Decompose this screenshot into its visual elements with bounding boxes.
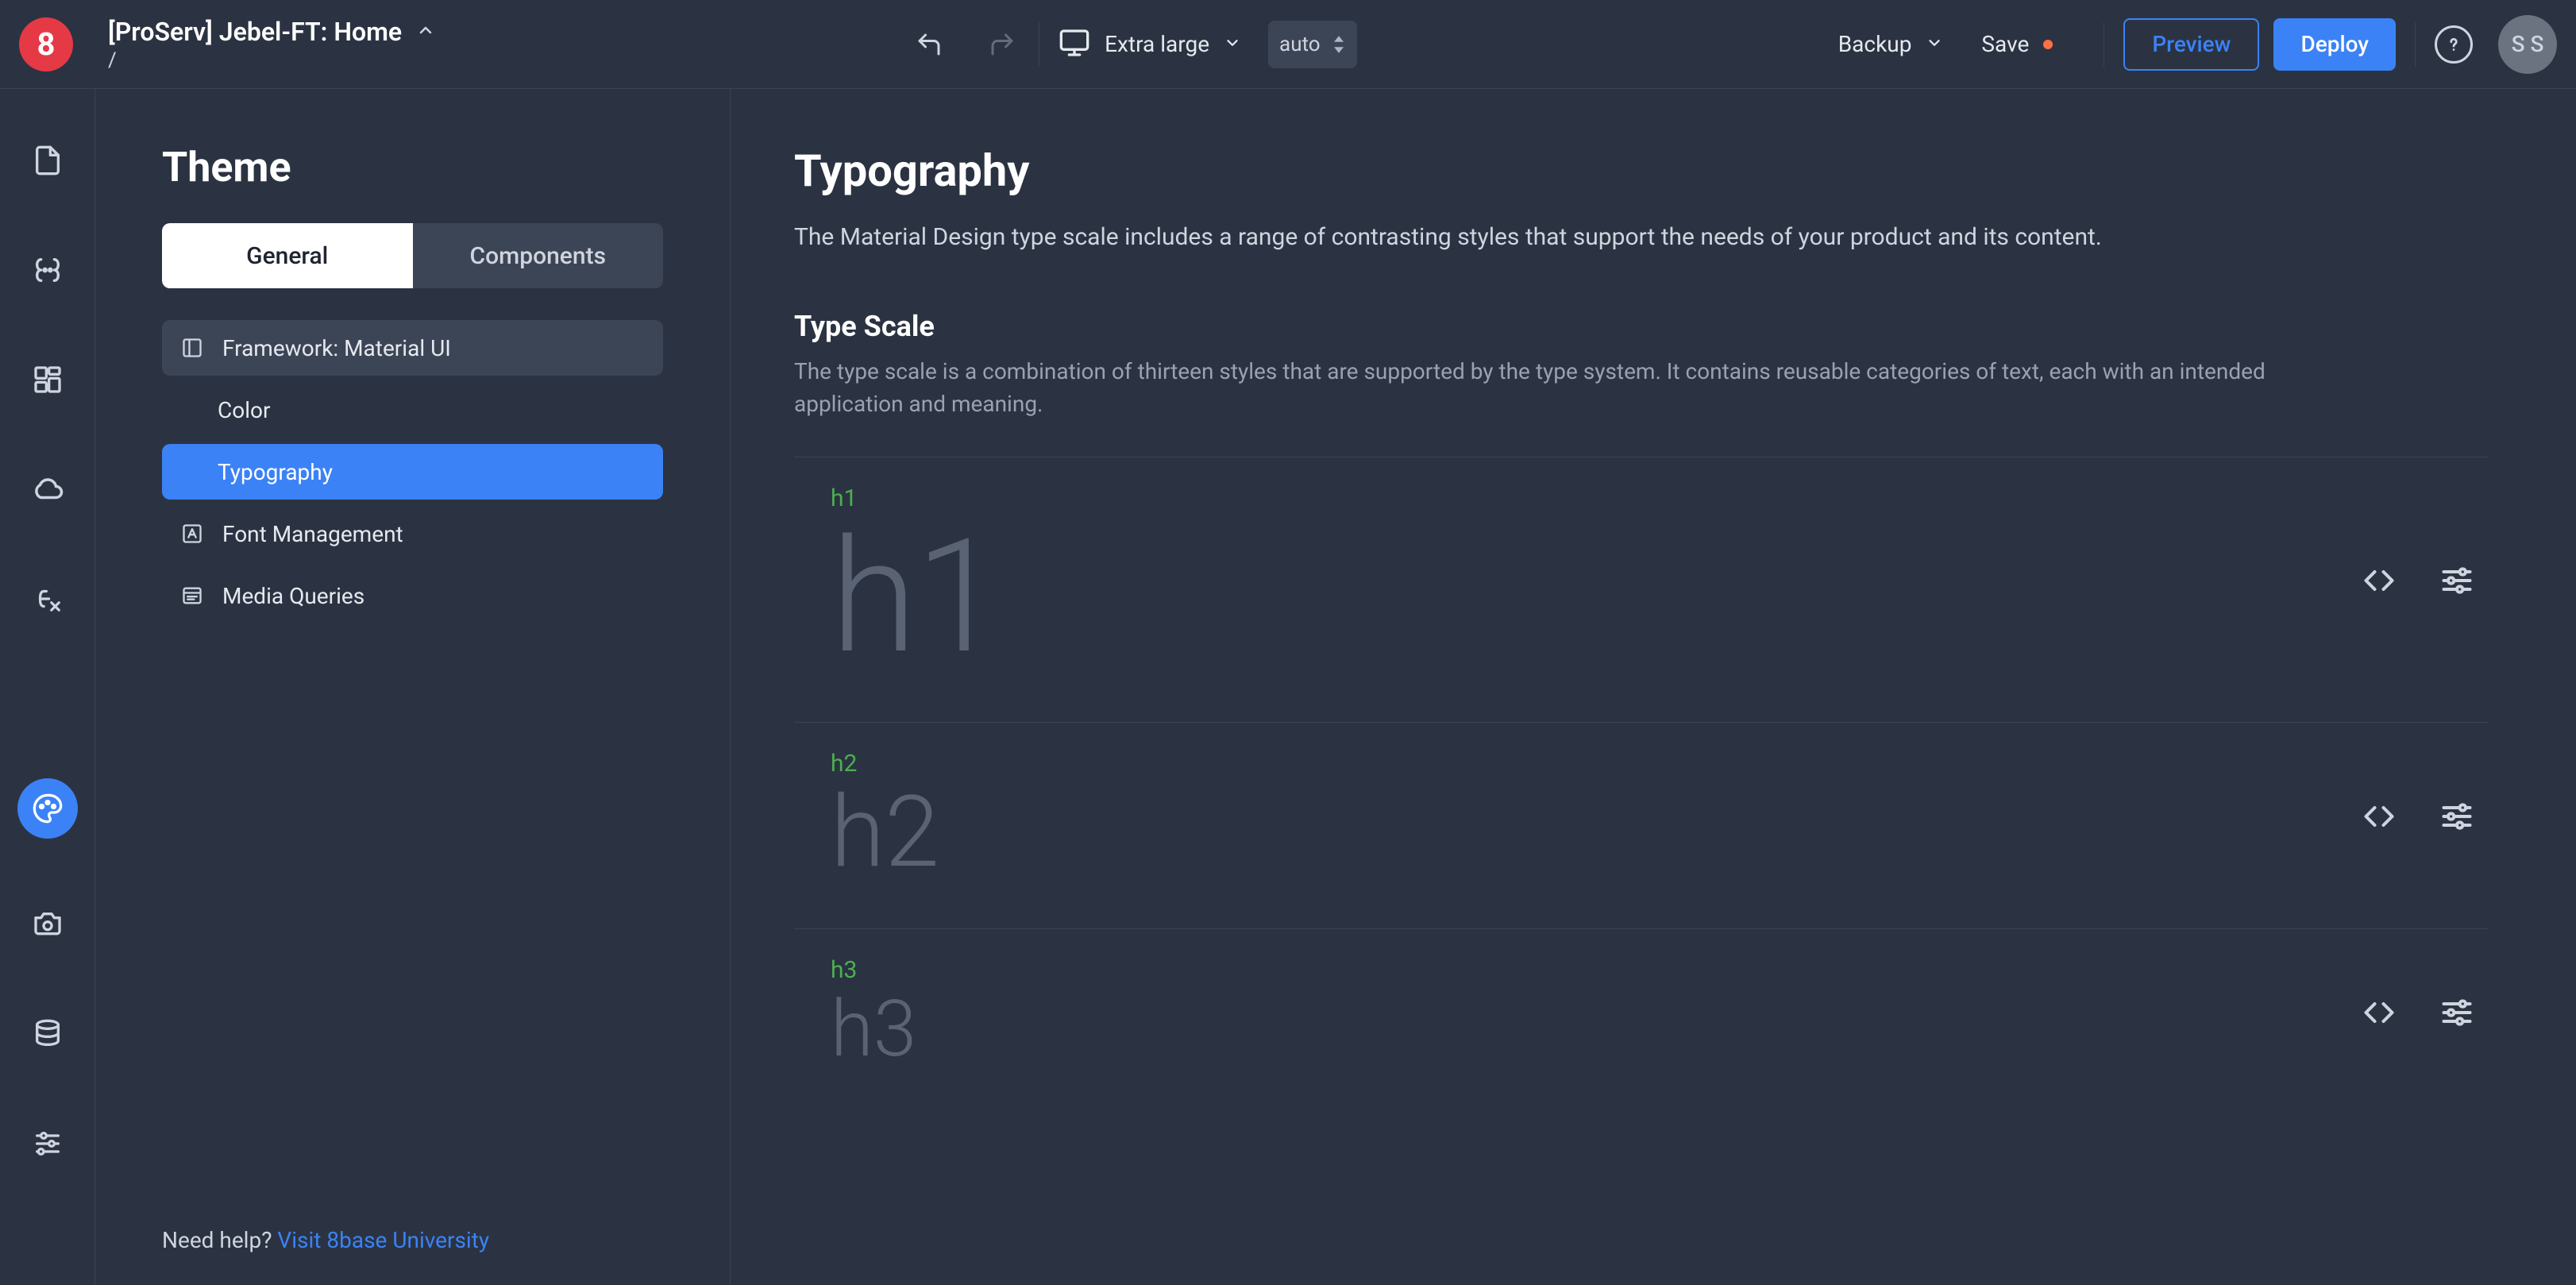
device-selector[interactable]: Extra large xyxy=(1059,27,1241,62)
layout-icon xyxy=(179,335,205,361)
rail-pages[interactable] xyxy=(24,137,71,184)
brand-logo[interactable]: 8 xyxy=(19,17,73,71)
redo-button xyxy=(985,27,1020,62)
tab-components[interactable]: Components xyxy=(413,223,664,288)
section-title: Type Scale xyxy=(794,310,2489,343)
help-prefix: Need help? xyxy=(162,1227,277,1253)
title-block: [ProServ] Jebel-FT: Home / xyxy=(108,17,435,72)
help-link[interactable]: Visit 8base University xyxy=(277,1227,489,1253)
tab-general[interactable]: General xyxy=(162,223,413,288)
type-sample: h1 xyxy=(831,519,2362,676)
rail-functions[interactable] xyxy=(24,575,71,623)
save-button[interactable]: Save xyxy=(1981,31,2053,57)
zoom-value: auto xyxy=(1279,33,1321,56)
help-line: Need help? Visit 8base University xyxy=(162,1227,663,1253)
page-description: The Material Design type scale includes … xyxy=(794,221,2303,254)
code-button[interactable] xyxy=(2362,799,2397,834)
rail-assets[interactable] xyxy=(24,901,71,948)
code-button[interactable] xyxy=(2362,563,2397,598)
type-label: h2 xyxy=(831,750,2362,778)
menu-font-management[interactable]: Font Management xyxy=(162,506,663,561)
tune-button[interactable] xyxy=(2439,995,2474,1030)
menu-font-label: Font Management xyxy=(222,521,646,547)
zoom-step-down[interactable] xyxy=(1332,45,1346,55)
main-content: Typography The Material Design type scal… xyxy=(731,89,2576,1285)
top-bar: 8 [ProServ] Jebel-FT: Home / xyxy=(0,0,2576,89)
zoom-step-up[interactable] xyxy=(1332,34,1346,44)
rail-settings[interactable] xyxy=(24,1120,71,1167)
sidebar-title: Theme xyxy=(162,143,663,191)
preview-button[interactable]: Preview xyxy=(2123,18,2259,71)
menu-framework-label: Framework: Material UI xyxy=(222,335,646,361)
type-row-h3: h3 h3 xyxy=(794,928,2489,1114)
rail-state[interactable] xyxy=(24,246,71,294)
zoom-input[interactable]: auto xyxy=(1268,21,1357,68)
rail-data[interactable] xyxy=(24,1010,71,1058)
device-label: Extra large xyxy=(1105,31,1209,57)
chevron-up-icon[interactable] xyxy=(416,21,435,43)
menu-media-queries-label: Media Queries xyxy=(222,583,646,609)
type-row-h1: h1 h1 xyxy=(794,457,2489,722)
rail-cloud[interactable] xyxy=(24,465,71,513)
breadcrumb[interactable]: / xyxy=(108,48,435,72)
backup-dropdown[interactable]: Backup xyxy=(1838,31,1944,57)
type-sample: h2 xyxy=(831,784,2362,882)
save-label: Save xyxy=(1981,31,2029,57)
backup-label: Backup xyxy=(1838,31,1912,57)
menu-color[interactable]: Color xyxy=(162,382,663,438)
type-label: h1 xyxy=(831,484,2362,512)
type-sample: h3 xyxy=(831,990,2362,1068)
rail-components[interactable] xyxy=(24,356,71,403)
menu-framework[interactable]: Framework: Material UI xyxy=(162,320,663,376)
menu-typography[interactable]: Typography xyxy=(162,444,663,500)
help-button[interactable] xyxy=(2435,25,2473,64)
deploy-button[interactable]: Deploy xyxy=(2273,18,2396,71)
chevron-down-icon xyxy=(1926,34,1943,55)
chevron-down-icon xyxy=(1224,34,1241,55)
section-description: The type scale is a combination of thirt… xyxy=(794,356,2350,420)
code-button[interactable] xyxy=(2362,995,2397,1030)
undo-button[interactable] xyxy=(912,27,947,62)
page-title[interactable]: [ProServ] Jebel-FT: Home xyxy=(108,17,402,47)
tune-button[interactable] xyxy=(2439,799,2474,834)
rail-theme[interactable] xyxy=(17,778,78,839)
type-label: h3 xyxy=(831,956,2362,984)
menu-color-label: Color xyxy=(218,397,646,423)
theme-sidebar: Theme General Components Framework: Mate… xyxy=(95,89,731,1285)
menu-media-queries[interactable]: Media Queries xyxy=(162,568,663,623)
unsaved-indicator-icon xyxy=(2043,40,2053,49)
page-heading: Typography xyxy=(794,145,2489,197)
tune-button[interactable] xyxy=(2439,563,2474,598)
menu-typography-label: Typography xyxy=(218,459,646,485)
monitor-icon xyxy=(1059,27,1090,62)
font-icon xyxy=(179,521,205,546)
divider xyxy=(2415,22,2416,67)
avatar[interactable]: S S xyxy=(2498,15,2557,74)
type-row-h2: h2 h2 xyxy=(794,722,2489,928)
sidebar-tabs: General Components xyxy=(162,223,663,288)
icon-rail xyxy=(0,89,95,1285)
media-queries-icon xyxy=(179,583,205,608)
